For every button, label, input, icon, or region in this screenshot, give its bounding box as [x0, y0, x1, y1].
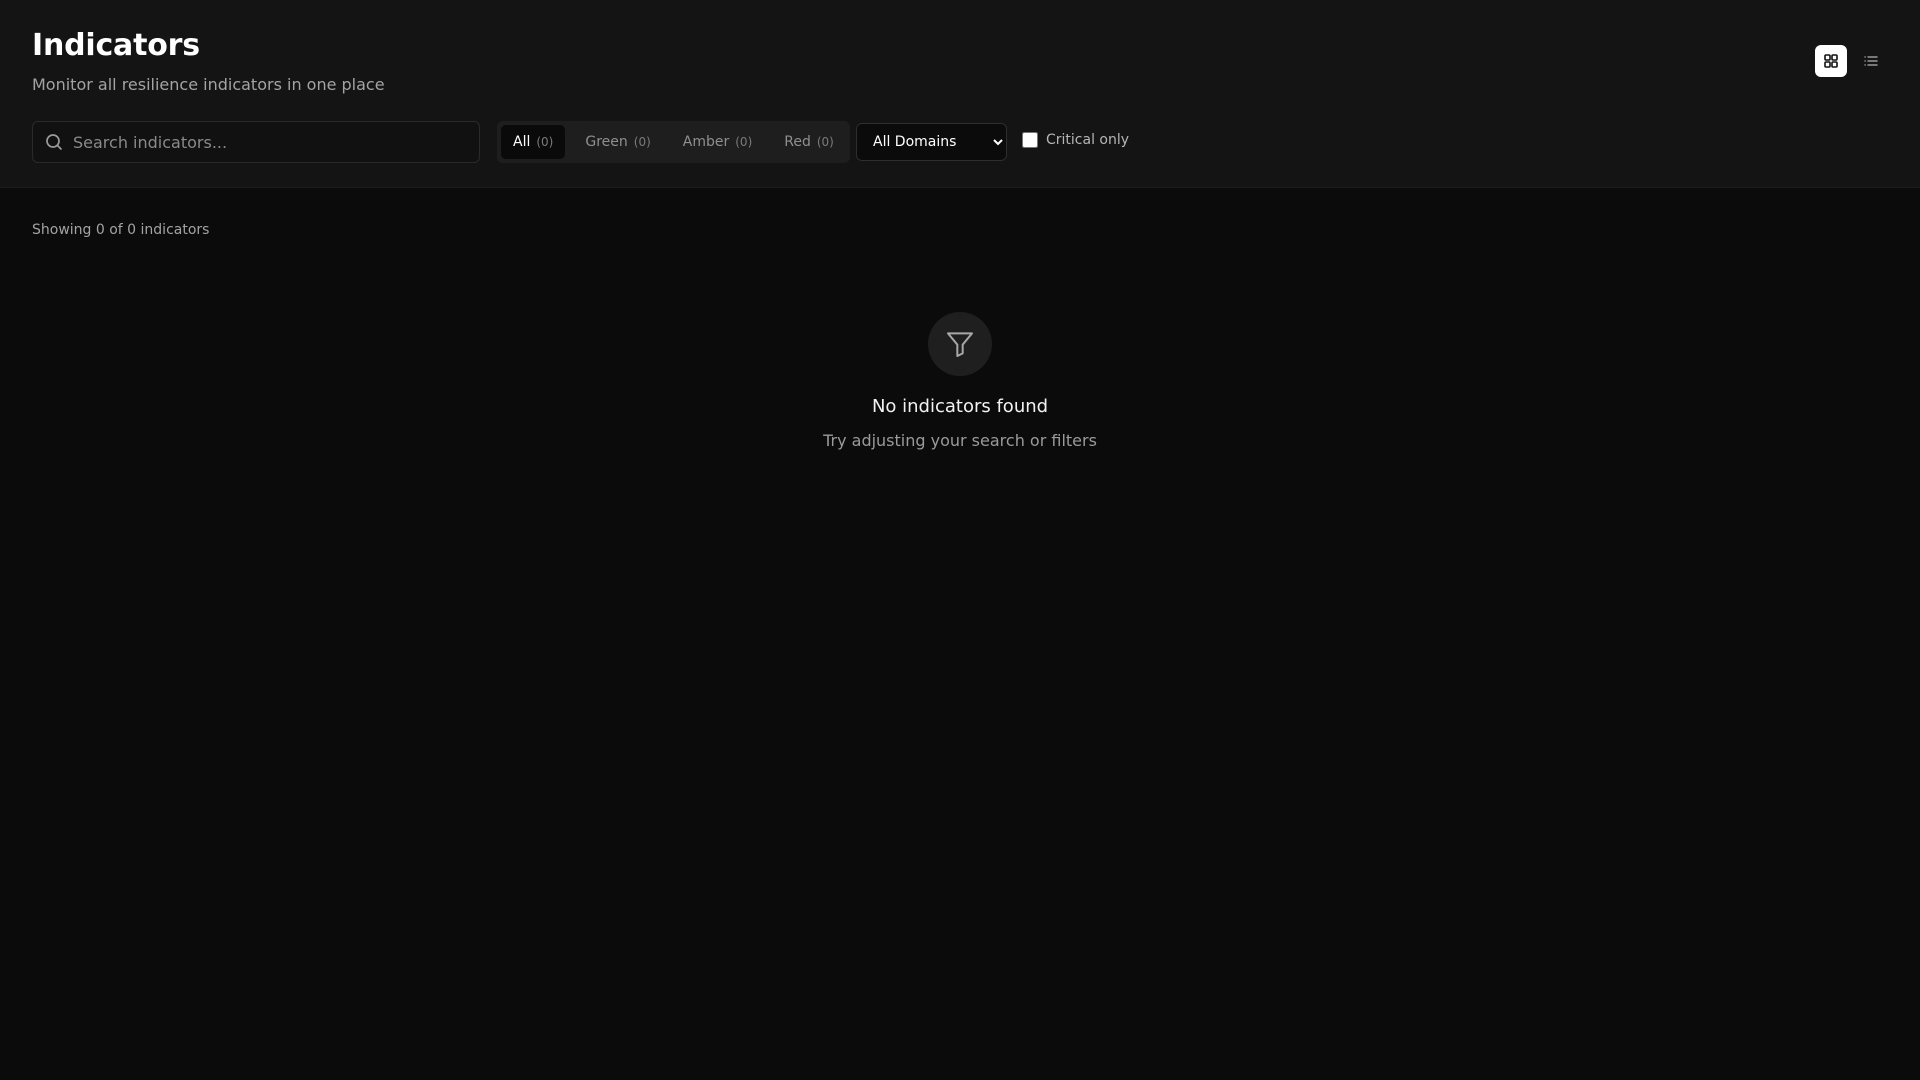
- empty-state-title: No indicators found: [871, 396, 1049, 417]
- critical-only-label: Critical only: [1046, 132, 1130, 148]
- empty-state: No indicators found Try adjusting your s…: [0, 312, 1920, 450]
- search-input[interactable]: [73, 132, 453, 152]
- status-filter-tabs: All (0) Green (0) Amber (0) Red (0): [497, 121, 850, 163]
- tab-label: Green: [585, 134, 628, 150]
- tab-label: Amber: [682, 134, 730, 150]
- list-icon: [1864, 56, 1878, 66]
- page-subtitle: Monitor all resilience indicators in one…: [32, 75, 385, 94]
- critical-only-checkbox[interactable]: [1022, 132, 1038, 148]
- empty-state-hint: Try adjusting your search or filters: [823, 431, 1097, 450]
- critical-only-filter[interactable]: Critical only: [1022, 132, 1129, 148]
- tab-red[interactable]: Red (0): [772, 125, 846, 159]
- tab-green[interactable]: Green (0): [573, 125, 662, 159]
- view-toggle: [1815, 45, 1887, 77]
- empty-state-icon-container: [928, 312, 992, 376]
- tab-count: (0): [816, 135, 834, 149]
- page-title: Indicators: [32, 28, 200, 63]
- list-view-button[interactable]: [1855, 45, 1887, 77]
- tab-count: (0): [735, 135, 753, 149]
- grid-view-button[interactable]: [1815, 45, 1847, 77]
- grid-icon: [1824, 54, 1838, 68]
- tab-label: All: [513, 134, 531, 150]
- page-header: Indicators Monitor all resilience indica…: [0, 0, 1920, 188]
- domain-select[interactable]: All Domains: [856, 123, 1007, 161]
- result-count: Showing 0 of 0 indicators: [32, 222, 210, 238]
- tab-all[interactable]: All (0): [501, 125, 566, 159]
- search-box: [32, 121, 480, 163]
- tab-count: (0): [633, 135, 651, 149]
- tab-count: (0): [536, 135, 554, 149]
- filter-icon: [947, 332, 973, 357]
- tab-label: Red: [784, 134, 811, 150]
- search-icon: [46, 134, 62, 150]
- tab-amber[interactable]: Amber (0): [671, 125, 764, 159]
